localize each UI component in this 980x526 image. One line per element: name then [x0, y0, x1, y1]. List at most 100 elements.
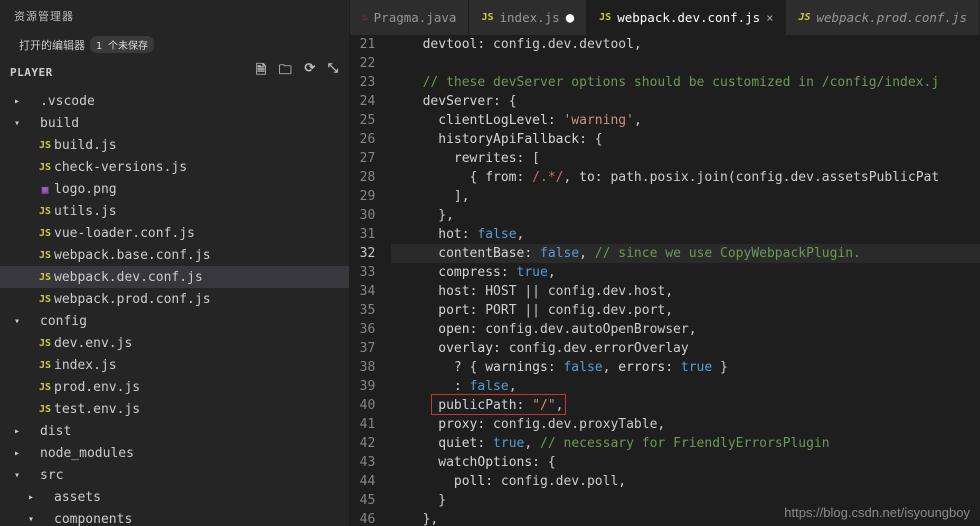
line-number: 23: [360, 73, 376, 92]
line-number: 39: [360, 377, 376, 396]
line-number: 44: [360, 472, 376, 491]
code-line[interactable]: devServer: {: [391, 92, 980, 111]
file-check-versions-js[interactable]: JScheck-versions.js: [0, 156, 349, 178]
file-label: components: [54, 512, 132, 526]
file-label: test.env.js: [54, 402, 140, 417]
project-header[interactable]: PLAYER 🗎 🗀 ⟳ ⤡: [0, 57, 349, 87]
line-number: 32: [360, 244, 376, 263]
open-editors-label: 打开的编辑器: [19, 37, 85, 53]
js-icon: JS: [599, 12, 611, 23]
code-line[interactable]: [391, 54, 980, 73]
code-line[interactable]: contentBase: false, // since we use Copy…: [391, 244, 980, 263]
code-line[interactable]: publicPath: "/",: [391, 396, 980, 415]
folder-components[interactable]: components: [0, 508, 349, 526]
line-number: 31: [360, 225, 376, 244]
file-label: webpack.prod.conf.js: [54, 292, 211, 307]
code-line[interactable]: quiet: true, // necessary for FriendlyEr…: [391, 434, 980, 453]
js-icon: JS: [36, 228, 54, 239]
line-number: 27: [360, 149, 376, 168]
editor-pane: ♨Pragma.java JS index.js ● JSwebpack.dev.con…: [350, 0, 980, 526]
code-line[interactable]: ? { warnings: false, errors: true }: [391, 358, 980, 377]
file-dev-env-js[interactable]: JSdev.env.js: [0, 332, 349, 354]
code-line[interactable]: overlay: config.dev.errorOverlay: [391, 339, 980, 358]
line-number: 29: [360, 187, 376, 206]
tab-index-js[interactable]: JSindex.js●: [469, 0, 587, 35]
code-lines[interactable]: devtool: config.dev.devtool, // these de…: [391, 35, 980, 526]
new-folder-icon[interactable]: 🗀: [279, 61, 293, 83]
file-vue-loader-conf-js[interactable]: JSvue-loader.conf.js: [0, 222, 349, 244]
code-line[interactable]: open: config.dev.autoOpenBrowser,: [391, 320, 980, 339]
folder--vscode[interactable]: .vscode: [0, 90, 349, 112]
line-number: 46: [360, 510, 376, 526]
chevron-icon: [14, 96, 22, 107]
chevron-icon: [14, 118, 22, 129]
new-file-icon[interactable]: 🗎: [256, 61, 267, 83]
file-logo-png[interactable]: ▦logo.png: [0, 178, 349, 200]
js-icon: JS: [36, 404, 54, 415]
close-icon[interactable]: ×: [766, 11, 773, 25]
tab-Pragma-java[interactable]: ♨Pragma.java: [350, 0, 470, 35]
code-area[interactable]: 2122232425262728293031323334353637383940…: [350, 35, 980, 526]
code-line[interactable]: clientLogLevel: 'warning',: [391, 111, 980, 130]
line-number: 34: [360, 282, 376, 301]
code-line[interactable]: // these devServer options should be cus…: [391, 73, 980, 92]
code-line[interactable]: compress: true,: [391, 263, 980, 282]
chevron-icon: [14, 316, 22, 327]
line-number: 37: [360, 339, 376, 358]
file-test-env-js[interactable]: JStest.env.js: [0, 398, 349, 420]
file-label: webpack.base.conf.js: [54, 248, 211, 263]
code-line[interactable]: poll: config.dev.poll,: [391, 472, 980, 491]
folder-dist[interactable]: dist: [0, 420, 349, 442]
line-number: 42: [360, 434, 376, 453]
code-line[interactable]: },: [391, 206, 980, 225]
code-line[interactable]: devtool: config.dev.devtool,: [391, 35, 980, 54]
refresh-icon[interactable]: ⟳: [304, 61, 315, 83]
code-line[interactable]: watchOptions: {: [391, 453, 980, 472]
file-utils-js[interactable]: JSutils.js: [0, 200, 349, 222]
tab-bar[interactable]: ♨Pragma.java JS index.js ● JSwebpack.dev.con…: [350, 0, 980, 35]
line-number: 41: [360, 415, 376, 434]
file-webpack-base-conf-js[interactable]: JSwebpack.base.conf.js: [0, 244, 349, 266]
tab-webpack-dev-conf-js[interactable]: JSwebpack.dev.conf.js×: [587, 0, 786, 35]
tab-webpack-prod-conf-js[interactable]: JSwebpack.prod.conf.js: [786, 0, 980, 35]
folder-assets[interactable]: assets: [0, 486, 349, 508]
line-number: 35: [360, 301, 376, 320]
folder-node_modules[interactable]: node_modules: [0, 442, 349, 464]
code-line[interactable]: { from: /.*/, to: path.posix.join(config…: [391, 168, 980, 187]
code-line[interactable]: ],: [391, 187, 980, 206]
file-tree[interactable]: .vscodebuildJSbuild.jsJScheck-versions.j…: [0, 87, 349, 526]
folder-src[interactable]: src: [0, 464, 349, 486]
folder-config[interactable]: config: [0, 310, 349, 332]
code-line[interactable]: : false,: [391, 377, 980, 396]
folder-build[interactable]: build: [0, 112, 349, 134]
file-label: src: [40, 468, 63, 483]
code-line[interactable]: host: HOST || config.dev.host,: [391, 282, 980, 301]
code-line[interactable]: proxy: config.dev.proxyTable,: [391, 415, 980, 434]
file-webpack-dev-conf-js[interactable]: JSwebpack.dev.conf.js: [0, 266, 349, 288]
js-icon: JS: [36, 382, 54, 393]
line-number: 25: [360, 111, 376, 130]
js-icon: JS: [798, 12, 810, 23]
line-number: 30: [360, 206, 376, 225]
line-number: 24: [360, 92, 376, 111]
file-label: dist: [40, 424, 71, 439]
file-prod-env-js[interactable]: JSprod.env.js: [0, 376, 349, 398]
file-webpack-prod-conf-js[interactable]: JSwebpack.prod.conf.js: [0, 288, 349, 310]
js-icon: JS: [36, 250, 54, 261]
file-label: vue-loader.conf.js: [54, 226, 195, 241]
line-number: 36: [360, 320, 376, 339]
file-build-js[interactable]: JSbuild.js: [0, 134, 349, 156]
line-number: 26: [360, 130, 376, 149]
collapse-icon[interactable]: ⤡: [328, 61, 339, 83]
open-editors-header[interactable]: 打开的编辑器 1 个未保存: [0, 32, 349, 57]
dirty-dot-icon: ●: [566, 10, 574, 26]
js-icon: JS: [36, 162, 54, 173]
code-line[interactable]: historyApiFallback: {: [391, 130, 980, 149]
code-line[interactable]: rewrites: [: [391, 149, 980, 168]
code-line[interactable]: hot: false,: [391, 225, 980, 244]
code-line[interactable]: port: PORT || config.dev.port,: [391, 301, 980, 320]
tab-label: index.js: [500, 10, 560, 25]
line-number: 28: [360, 168, 376, 187]
file-label: dev.env.js: [54, 336, 132, 351]
file-index-js[interactable]: JSindex.js: [0, 354, 349, 376]
